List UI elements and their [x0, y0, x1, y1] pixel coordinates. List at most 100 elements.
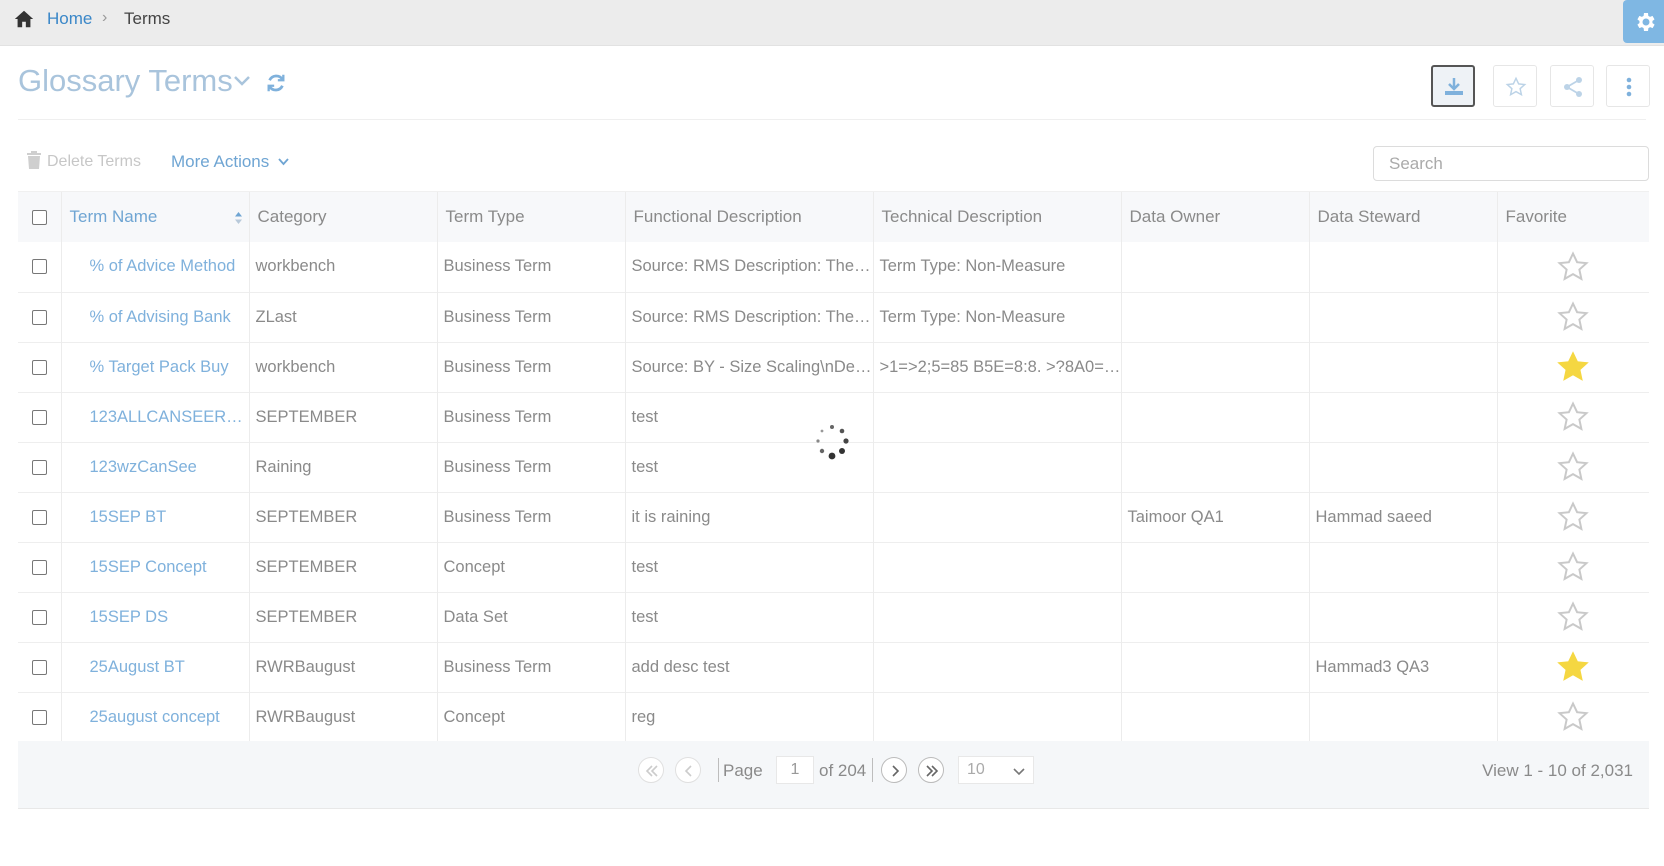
delete-terms-button[interactable]: Delete Terms [47, 153, 141, 171]
search-input[interactable] [1373, 146, 1649, 181]
column-header-favorite[interactable]: Favorite [1497, 192, 1649, 242]
column-header-term-type[interactable]: Term Type [437, 192, 626, 242]
table-row[interactable]: 15SEP BT SEPTEMBER Business Term it is rain… [18, 492, 1649, 542]
row-checkbox[interactable] [31, 559, 47, 575]
term-name-link[interactable]: 15SEP BT [61, 492, 250, 542]
star-icon[interactable] [1556, 700, 1590, 734]
category-cell: SEPTEMBER [249, 542, 438, 592]
data-steward-cell [1309, 242, 1498, 292]
term-name-link[interactable]: % Target Pack Buy [61, 342, 250, 392]
technical-description-cell [873, 492, 1122, 542]
star-icon[interactable] [1556, 550, 1590, 584]
column-header-data-owner[interactable]: Data Owner [1121, 192, 1310, 242]
prev-page-icon [684, 765, 692, 777]
column-header-data-steward[interactable]: Data Steward [1309, 192, 1498, 242]
table-row[interactable]: % of Advice Method workbench Business Term… [18, 242, 1649, 292]
technical-description-cell [873, 542, 1122, 592]
star-icon[interactable] [1556, 400, 1590, 434]
row-checkbox[interactable] [31, 509, 47, 525]
row-checkbox[interactable] [31, 609, 47, 625]
term-name-link[interactable]: 123wzCanSee [61, 442, 250, 492]
column-header-technical-description[interactable]: Technical Description [873, 192, 1122, 242]
row-checkbox[interactable] [31, 259, 47, 275]
data-steward-cell [1309, 292, 1498, 342]
table-body: % of Advice Method workbench Business Term… [18, 242, 1649, 742]
row-checkbox[interactable] [31, 659, 47, 675]
term-name-link[interactable]: % of Advising Bank [61, 292, 250, 342]
column-header-label: Term Name [69, 207, 158, 226]
term-name-link[interactable]: % of Advice Method [61, 242, 250, 292]
prev-page-button[interactable] [675, 757, 701, 783]
data-owner-cell [1121, 242, 1310, 292]
table-row[interactable]: 25August BT RWRBaugust Business Term add de… [18, 642, 1649, 692]
favorite-page-button[interactable] [1493, 65, 1537, 107]
breadcrumb-separator: › [102, 9, 108, 26]
view-range-label: View 1 - 10 of 2,031 [1482, 761, 1633, 780]
row-checkbox[interactable] [31, 709, 47, 725]
favorite-cell [1497, 492, 1649, 542]
star-icon[interactable] [1556, 650, 1590, 684]
page-size-value: 10 [967, 761, 985, 778]
star-icon[interactable] [1556, 350, 1590, 384]
page-label: Page [723, 761, 763, 780]
row-checkbox[interactable] [31, 459, 47, 475]
table-row[interactable]: % of Advising Bank ZLast Business Term Sour… [18, 292, 1649, 342]
page-number-input[interactable] [776, 756, 814, 784]
more-options-button[interactable] [1606, 65, 1650, 107]
data-steward-cell [1309, 592, 1498, 642]
page-count: of 204 [819, 761, 867, 780]
term-name-link[interactable]: 15SEP DS [61, 592, 250, 642]
sort-icon[interactable] [234, 211, 243, 225]
star-icon[interactable] [1556, 300, 1590, 334]
column-header-functional-description[interactable]: Functional Description [625, 192, 874, 242]
first-page-icon [645, 765, 658, 777]
row-checkbox[interactable] [31, 309, 47, 325]
table-row[interactable]: 15SEP DS SEPTEMBER Data Set test [18, 592, 1649, 642]
data-steward-cell: Hammad3 QA3 [1309, 642, 1498, 692]
next-page-button[interactable] [881, 757, 907, 783]
home-icon[interactable] [13, 8, 35, 30]
table-row[interactable]: % Target Pack Buy workbench Business Term S… [18, 342, 1649, 392]
star-icon[interactable] [1556, 450, 1590, 484]
star-icon[interactable] [1556, 600, 1590, 634]
refresh-icon[interactable] [265, 72, 287, 94]
favorite-cell [1497, 392, 1649, 442]
row-select-cell [18, 642, 62, 692]
row-select-cell [18, 392, 62, 442]
term-name-link[interactable]: 123ALLCANSEERAIN [61, 392, 250, 442]
settings-button[interactable] [1623, 0, 1664, 43]
breadcrumb-current: Terms [124, 9, 171, 28]
table-header-row: Term Name Category Term Type Functional … [18, 192, 1649, 242]
term-name-link[interactable]: 25August BT [61, 642, 250, 692]
kebab-icon [1626, 77, 1632, 97]
chevron-down-icon [1013, 768, 1025, 776]
table-row[interactable]: 25august concept RWRBaugust Concept reg [18, 692, 1649, 742]
term-name-link[interactable]: 25august concept [61, 692, 250, 742]
terms-grid: Term Name Category Term Type Functional … [18, 191, 1649, 810]
page-size-select[interactable]: 10 [958, 756, 1034, 784]
term-name-link[interactable]: 15SEP Concept [61, 542, 250, 592]
trash-icon [27, 151, 41, 169]
share-icon [1564, 77, 1582, 97]
row-checkbox[interactable] [31, 409, 47, 425]
row-checkbox[interactable] [31, 359, 47, 375]
download-button[interactable] [1431, 65, 1475, 107]
star-icon[interactable] [1556, 250, 1590, 284]
column-header-category[interactable]: Category [249, 192, 438, 242]
first-page-button[interactable] [638, 757, 664, 783]
category-cell: ZLast [249, 292, 438, 342]
last-page-button[interactable] [918, 757, 944, 783]
chevron-down-icon[interactable] [233, 74, 251, 88]
more-actions-button[interactable]: More Actions [171, 152, 269, 172]
chevron-down-icon[interactable] [278, 158, 289, 166]
category-cell: Raining [249, 442, 438, 492]
star-icon[interactable] [1556, 500, 1590, 534]
functional-description-cell: test [625, 592, 874, 642]
breadcrumb-home[interactable]: Home [47, 9, 92, 29]
favorite-cell [1497, 342, 1649, 392]
share-button[interactable] [1550, 65, 1594, 107]
column-header-term-name[interactable]: Term Name [61, 192, 250, 242]
loading-spinner-icon [816, 425, 849, 460]
table-row[interactable]: 15SEP Concept SEPTEMBER Concept test [18, 542, 1649, 592]
select-all-checkbox[interactable] [31, 210, 47, 226]
